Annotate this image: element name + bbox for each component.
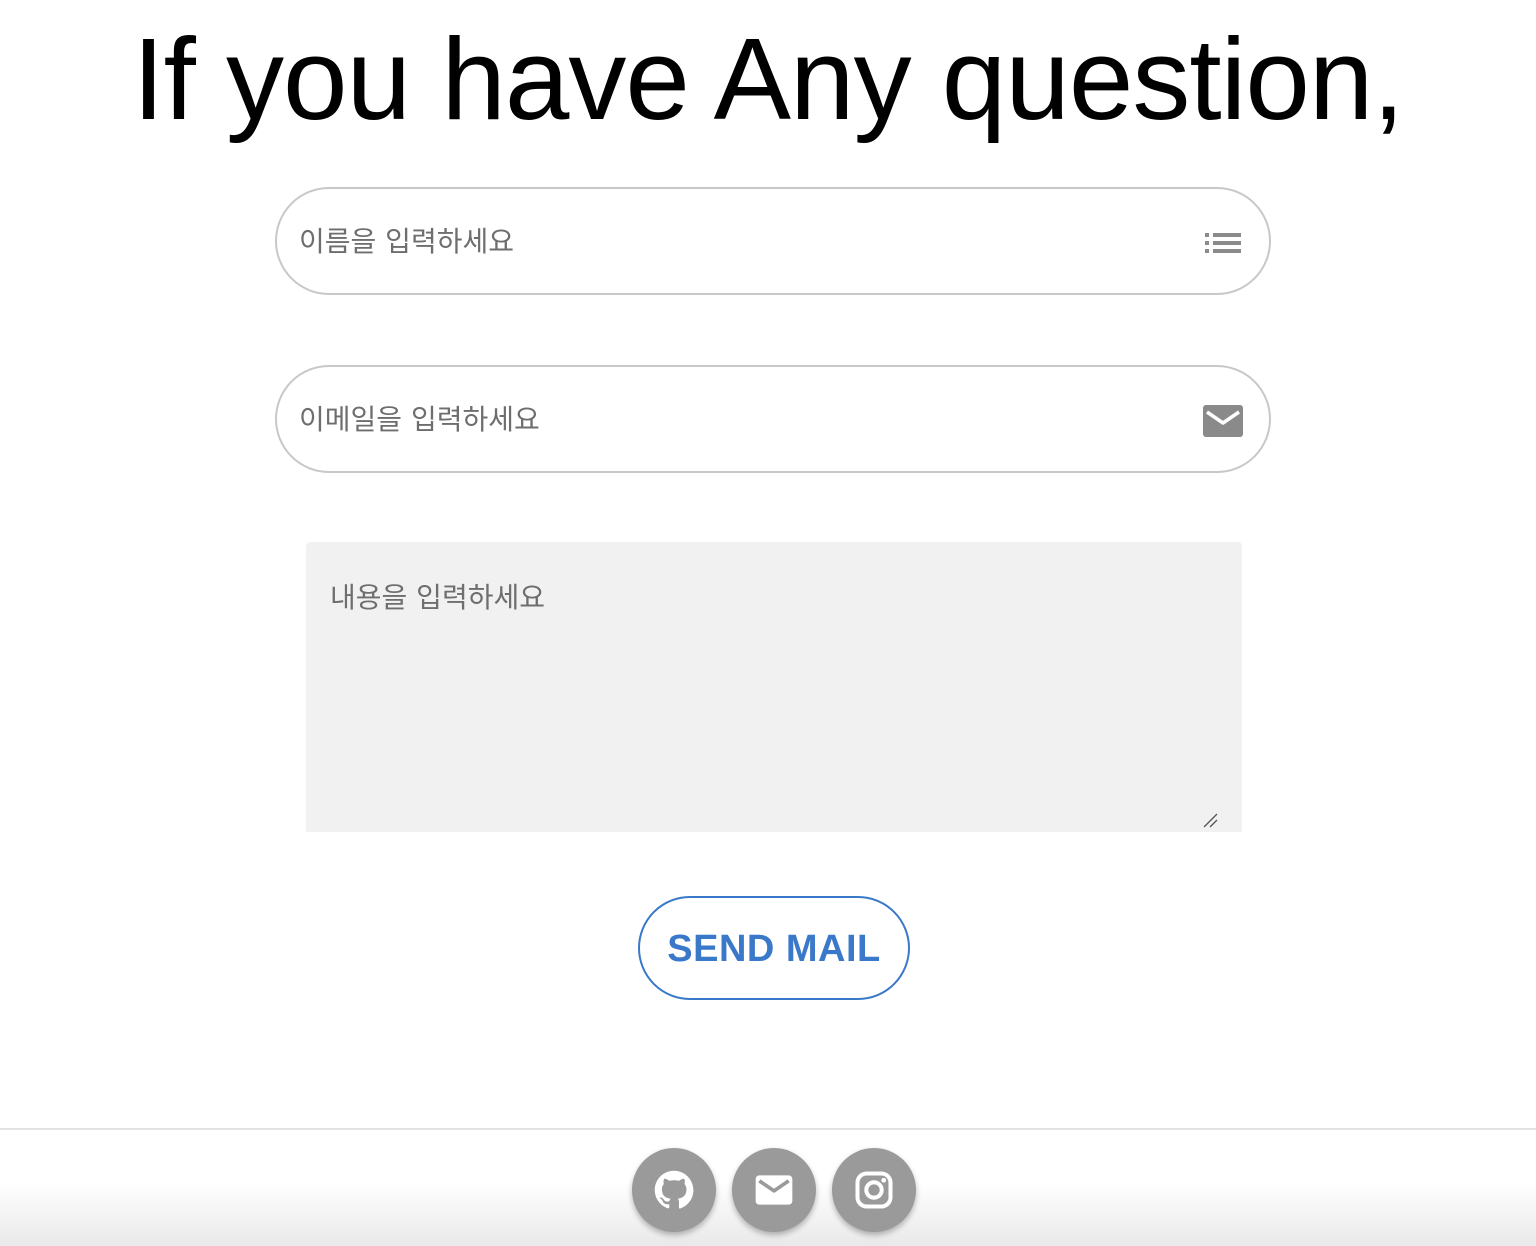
github-link[interactable] [632,1148,716,1232]
footer [0,1128,1536,1246]
contact-page: If you have Any question, SEND MAIL [0,0,1536,1246]
mail-icon [1203,405,1243,437]
instagram-icon [855,1171,893,1209]
github-icon [654,1170,694,1209]
page-title: If you have Any question, [132,14,1404,144]
email-field[interactable] [275,365,1271,473]
list-icon [1205,233,1241,253]
message-field[interactable] [306,542,1242,832]
send-mail-button[interactable]: SEND MAIL [638,896,910,1000]
message-textarea[interactable] [306,542,1242,832]
mail-link[interactable] [732,1148,816,1232]
resize-grip-icon[interactable] [1202,812,1218,828]
email-input[interactable] [299,367,1179,471]
name-input[interactable] [299,189,1179,293]
mail-icon [755,1175,793,1205]
name-field[interactable] [275,187,1271,295]
instagram-link[interactable] [832,1148,916,1232]
